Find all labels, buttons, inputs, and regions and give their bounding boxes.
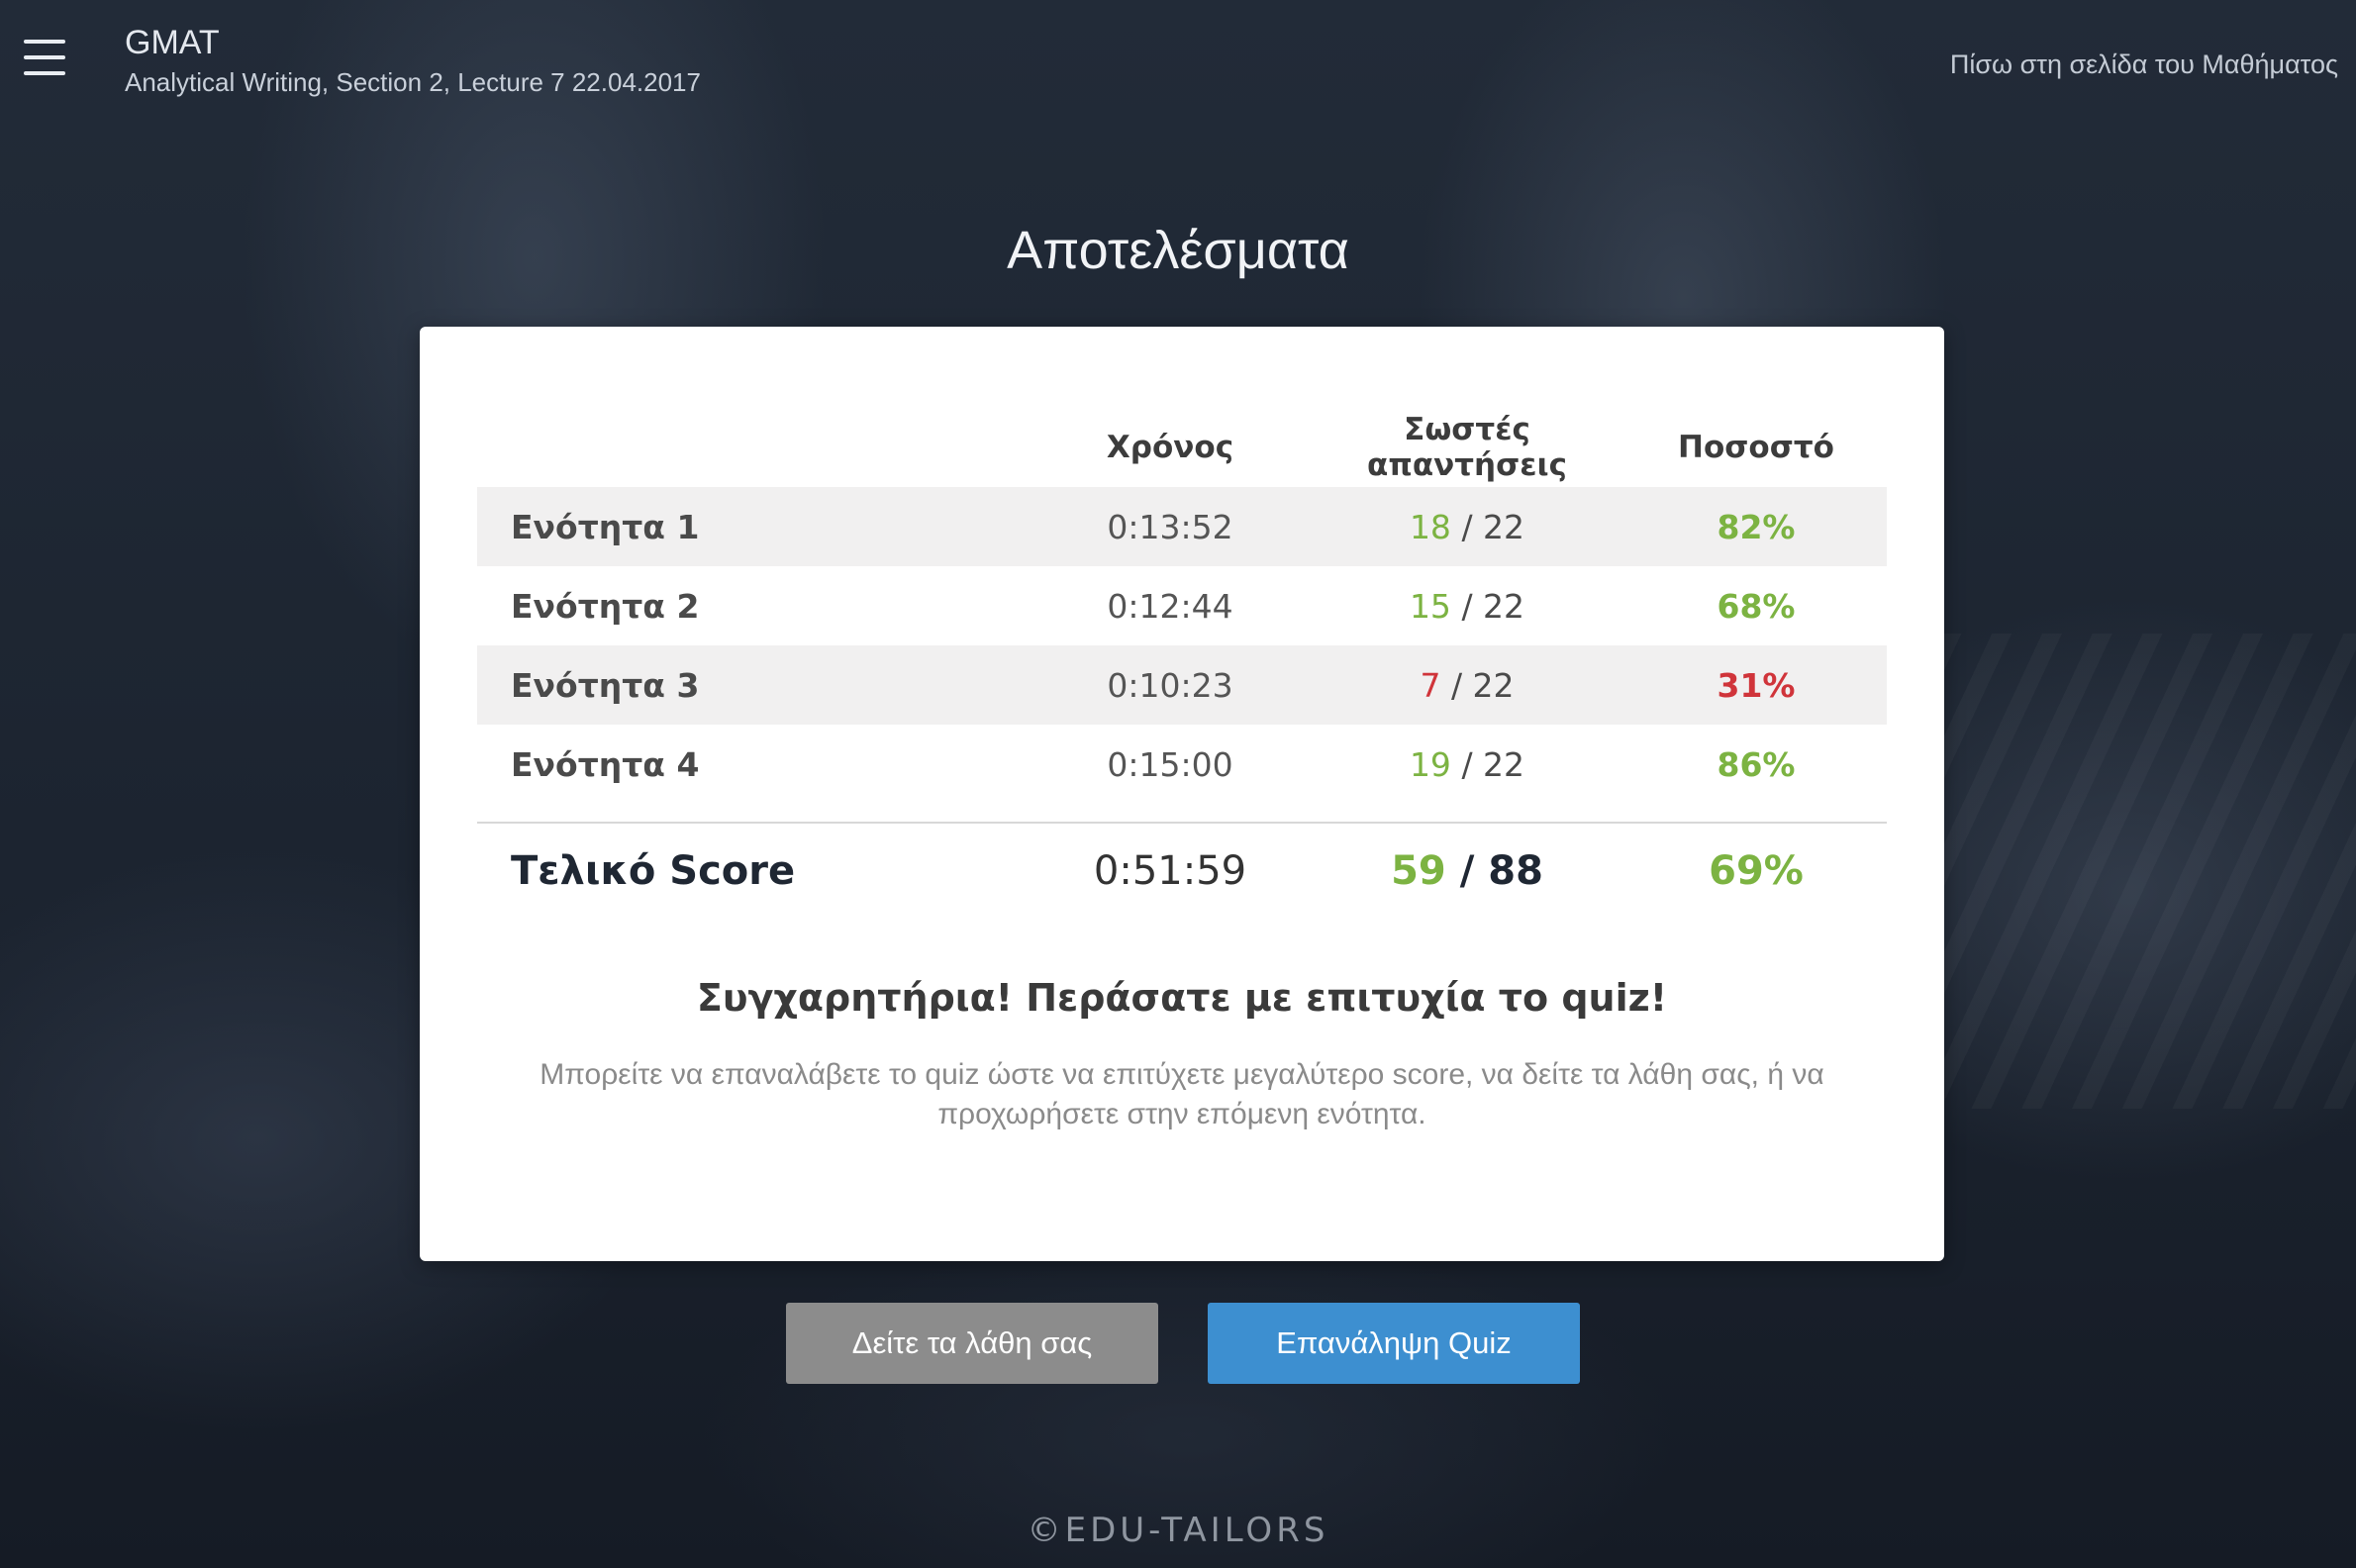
section-time: 0:12:44 <box>1107 586 1233 626</box>
total-count: / 22 <box>1461 586 1525 626</box>
footer-logo: ©EDU-TAILORS <box>1027 1511 1329 1550</box>
congratulations-text: Μπορείτε να επαναλάβετε το quiz ώστε να … <box>540 1058 1824 1130</box>
table-row: Ενότητα 4 0:15:00 19 / 22 86% <box>477 725 1887 804</box>
correct-count: 18 <box>1409 507 1451 546</box>
table-header: Χρόνος Σωστές απαντήσεις Ποσοστό <box>477 408 1887 487</box>
results-table: Χρόνος Σωστές απαντήσεις Ποσοστό Ενότητα… <box>477 408 1887 919</box>
column-header-correct: Σωστές απαντήσεις <box>1367 412 1567 483</box>
section-name: Ενότητα 3 <box>511 665 700 705</box>
column-header-percent: Ποσοστό <box>1678 430 1834 465</box>
section-percent: 82% <box>1717 507 1796 546</box>
section-name: Ενότητα 1 <box>511 507 700 546</box>
retry-quiz-button[interactable]: Επανάληψη Quiz <box>1208 1303 1580 1384</box>
final-score-row: Τελικό Score 0:51:59 59 / 88 69% <box>477 824 1887 919</box>
section-correct: 15 / 22 <box>1309 587 1625 626</box>
final-correct: 59 / 88 <box>1309 848 1625 894</box>
correct-count: 7 <box>1420 665 1441 705</box>
table-row: Ενότητα 1 0:13:52 18 / 22 82% <box>477 487 1887 566</box>
page-title: Αποτελέσματα <box>1007 221 1349 280</box>
course-title: GMAT <box>125 24 220 61</box>
total-count: / 22 <box>1450 665 1515 705</box>
section-time: 0:13:52 <box>1107 507 1233 546</box>
view-mistakes-button[interactable]: Δείτε τα λάθη σας <box>786 1303 1158 1384</box>
results-card: Χρόνος Σωστές απαντήσεις Ποσοστό Ενότητα… <box>420 327 1944 1261</box>
section-correct: 19 / 22 <box>1309 745 1625 784</box>
section-time: 0:10:23 <box>1107 665 1233 705</box>
back-to-course-link[interactable]: Πίσω στη σελίδα του Μαθήματος <box>1950 49 2338 80</box>
table-row: Ενότητα 2 0:12:44 15 / 22 68% <box>477 566 1887 645</box>
congratulations-heading: Συγχαρητήρια! Περάσατε με επιτυχία το qu… <box>696 976 1668 1020</box>
column-header-time: Χρόνος <box>1106 430 1234 465</box>
total-count: / 22 <box>1461 744 1525 784</box>
final-score-label: Τελικό Score <box>511 848 796 894</box>
section-percent: 68% <box>1717 586 1796 626</box>
section-percent: 31% <box>1717 665 1796 705</box>
hamburger-menu-icon[interactable] <box>22 36 67 81</box>
final-total-count: / 88 <box>1459 848 1543 894</box>
total-count: / 22 <box>1461 507 1525 546</box>
table-row: Ενότητα 3 0:10:23 7 / 22 31% <box>477 645 1887 725</box>
section-name: Ενότητα 4 <box>511 744 700 784</box>
section-correct: 18 / 22 <box>1309 508 1625 546</box>
course-subtitle: Analytical Writing, Section 2, Lecture 7… <box>125 67 701 97</box>
final-percent: 69% <box>1709 848 1804 894</box>
section-time: 0:15:00 <box>1107 744 1233 784</box>
correct-count: 19 <box>1409 744 1451 784</box>
correct-count: 15 <box>1409 586 1451 626</box>
section-name: Ενότητα 2 <box>511 586 700 626</box>
final-time: 0:51:59 <box>1093 848 1247 894</box>
section-correct: 7 / 22 <box>1309 666 1625 705</box>
section-percent: 86% <box>1717 744 1796 784</box>
final-correct-count: 59 <box>1391 848 1446 894</box>
